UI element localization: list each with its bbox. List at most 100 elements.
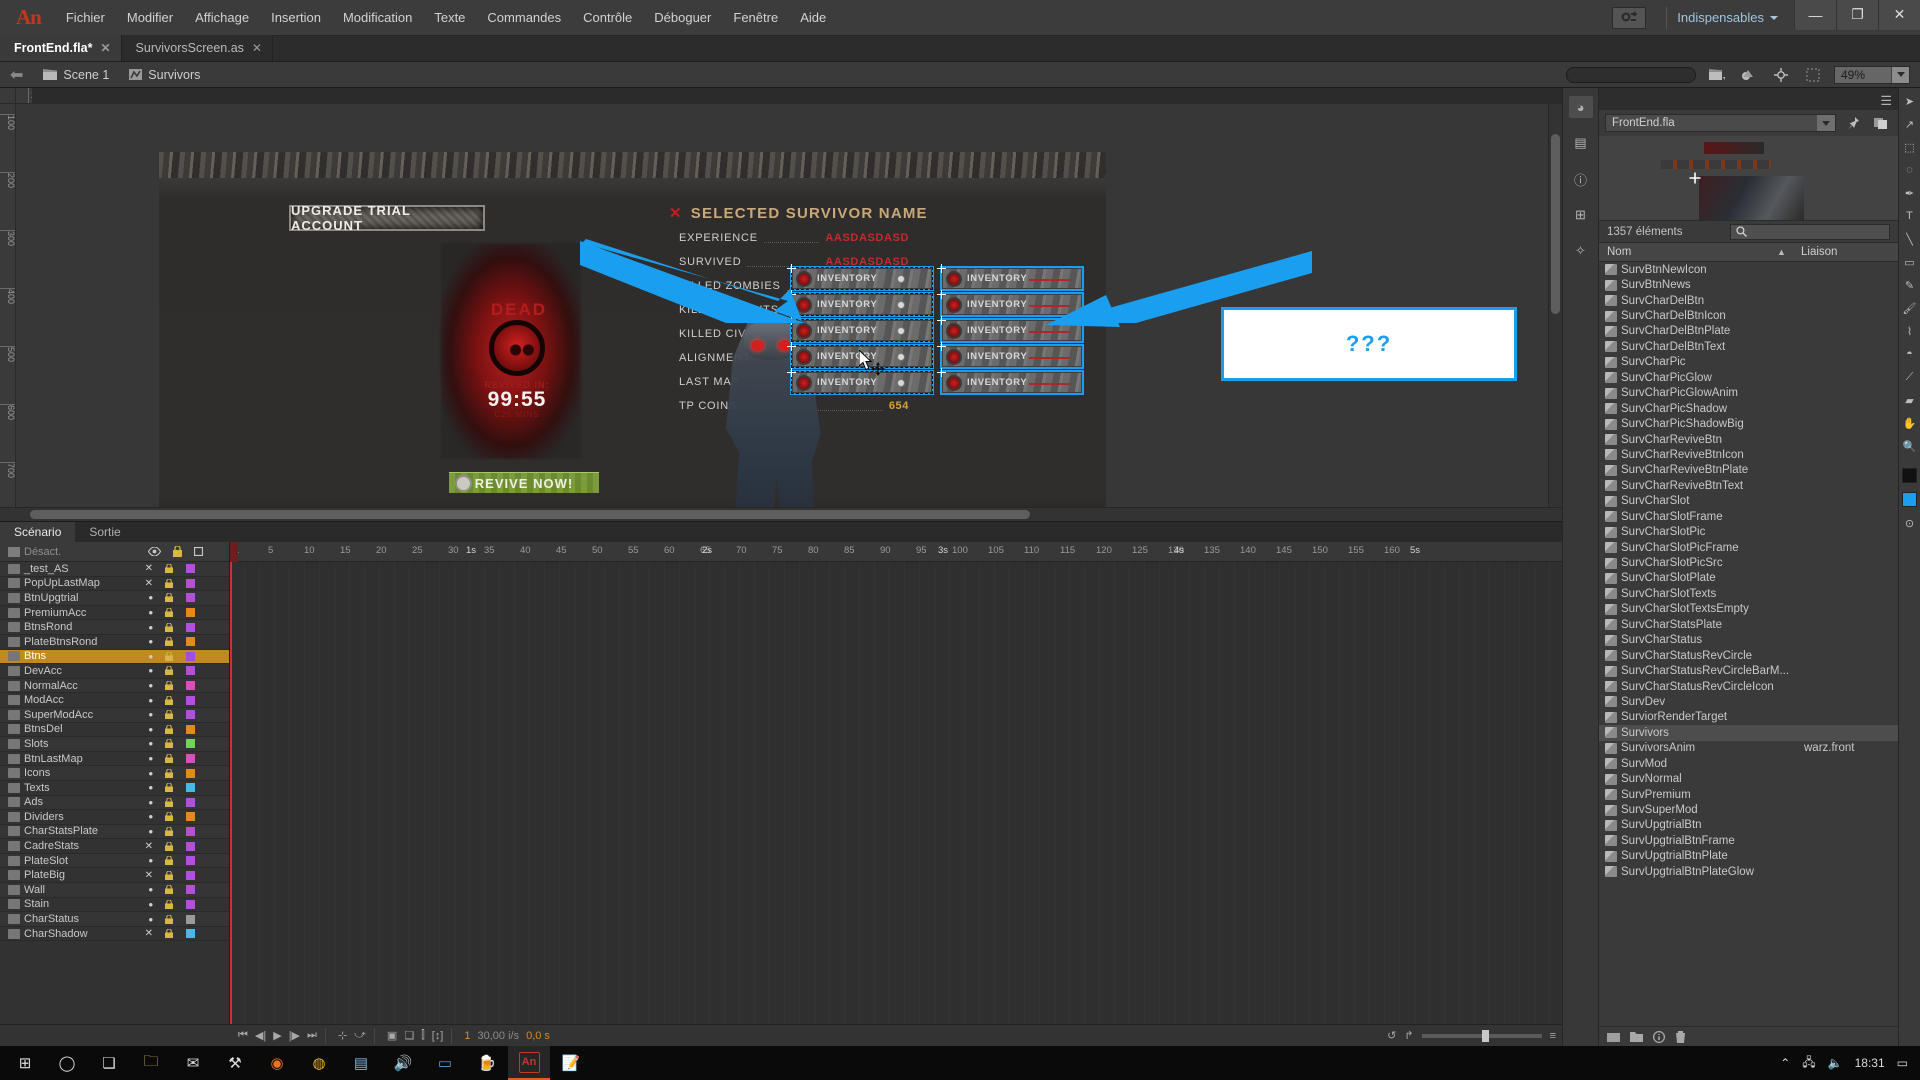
subselection-tool-icon[interactable]: ↗ (1902, 117, 1918, 131)
frame-number[interactable]: 100 (952, 545, 968, 556)
layer-lock-icon[interactable] (165, 710, 173, 720)
symbol-selector-icon[interactable] (1738, 66, 1760, 84)
layer-row[interactable]: ModAcc • (0, 693, 229, 708)
timeline-tab[interactable]: Sortie (75, 522, 134, 542)
column-linkage[interactable]: Liaison (1801, 246, 1837, 258)
loop-button[interactable]: ⤻ (354, 1029, 366, 1042)
upgrade-trial-account-button[interactable]: UPGRADE TRIAL ACCOUNT (289, 203, 485, 233)
layer-visible-icon[interactable]: • (148, 634, 153, 649)
arrow-icon[interactable]: ↱ (1404, 1029, 1413, 1042)
delete-icon[interactable] (1675, 1030, 1686, 1043)
firefox-icon[interactable]: ◉ (256, 1046, 298, 1080)
paint-bucket-tool-icon[interactable]: ◓ (1902, 347, 1918, 361)
fit-stage-icon[interactable] (1802, 66, 1824, 84)
library-item[interactable]: SurvCharSlotPicSrc (1599, 555, 1898, 570)
library-item[interactable]: SurvCharSlotPic (1599, 524, 1898, 539)
menu-item-texte[interactable]: Texte (423, 0, 476, 36)
layer-visible-icon[interactable]: • (148, 780, 153, 795)
layer-row[interactable]: Btns • (0, 649, 229, 665)
layer-visible-icon[interactable]: • (148, 590, 153, 605)
close-icon[interactable]: ✕ (252, 35, 262, 61)
layer-row[interactable]: PopUpLastMap ✕ (0, 577, 229, 592)
layer-hidden-icon[interactable]: ✕ (145, 563, 153, 574)
library-item[interactable]: SurvUpgtrialBtnPlateGlow (1599, 864, 1898, 879)
line-tool-icon[interactable]: ╲ (1902, 232, 1918, 246)
frame-number[interactable]: 120 (1096, 545, 1112, 556)
snap-option-icon[interactable]: ⊙ (1902, 516, 1918, 530)
layer-row[interactable]: NormalAcc • (0, 678, 229, 694)
document-tab[interactable]: SurvivorsScreen.as ✕ (121, 35, 273, 61)
library-item[interactable]: SurvCharSlotFrame (1599, 509, 1898, 524)
back-arrow-icon[interactable]: ⬅ (0, 65, 33, 85)
layer-row[interactable]: DevAcc • (0, 663, 229, 679)
layer-color-swatch[interactable] (186, 651, 195, 661)
info-icon[interactable]: ⓘ (1569, 168, 1593, 190)
layer-lock-icon[interactable] (165, 929, 173, 939)
stage-canvas[interactable]: UPGRADE TRIAL ACCOUNT DEAD REVIVED IN: 9… (16, 104, 1548, 507)
library-item[interactable]: SurvCharStatsPlate (1599, 617, 1898, 632)
transform-anchor[interactable] (937, 342, 946, 351)
minimize-button[interactable]: — (1794, 0, 1836, 30)
edit-multiple-frames-button[interactable]: ⫿ (421, 1029, 425, 1042)
layer-lock-icon[interactable] (165, 885, 173, 895)
chevron-down-icon[interactable] (1770, 15, 1778, 20)
frame-number[interactable]: 135 (1204, 545, 1220, 556)
network-icon[interactable]: 🖧 (1802, 1053, 1815, 1074)
playhead-head[interactable] (230, 542, 238, 562)
frame-number[interactable]: 45 (556, 545, 567, 556)
frame-number[interactable]: 20 (376, 545, 387, 556)
menu-item-modifier[interactable]: Modifier (116, 0, 184, 36)
layer-visible-icon[interactable]: • (148, 722, 153, 737)
frame-number[interactable]: 25 (412, 545, 423, 556)
library-item[interactable]: SurvBtnNewIcon (1599, 262, 1898, 277)
layer-lock-icon[interactable] (165, 651, 173, 661)
layer-lock-icon[interactable] (165, 914, 173, 924)
layer-color-swatch[interactable] (186, 666, 195, 676)
frame-number[interactable]: 115 (1060, 545, 1075, 556)
frame-number[interactable]: 125 (1132, 545, 1148, 556)
layer-visible-icon[interactable]: • (148, 736, 153, 751)
library-item[interactable]: SurvCharReviveBtnIcon (1599, 447, 1898, 462)
layer-row[interactable]: CharStatus • (0, 912, 229, 927)
color-wheel-icon[interactable]: ◕ (1568, 96, 1593, 118)
text-tool-icon[interactable]: T (1902, 209, 1918, 223)
library-item[interactable]: Survivors (1599, 725, 1898, 741)
layer-row[interactable]: PremiumAcc • (0, 605, 229, 621)
vertical-ruler[interactable]: 100200300400500600700800900 (0, 104, 16, 507)
layer-row[interactable]: BtnsRond • (0, 620, 229, 635)
layer-hidden-icon[interactable]: ✕ (145, 841, 153, 852)
next-frame-button[interactable]: |▶ (289, 1029, 300, 1042)
layer-row[interactable]: Wall • (0, 882, 229, 898)
stage-horizontal-scrollbar[interactable] (0, 507, 1562, 521)
timeline-tab[interactable]: Scénario (0, 522, 76, 542)
transform-anchor[interactable] (937, 290, 946, 299)
tool-icon[interactable]: ⚒ (214, 1046, 256, 1080)
layer-color-swatch[interactable] (186, 754, 195, 764)
layer-color-swatch[interactable] (186, 593, 195, 603)
library-item[interactable]: SurviorRenderTarget (1599, 710, 1898, 725)
library-item-list[interactable]: SurvBtnNewIcon SurvBtnNews SurvCharDelBtn S… (1599, 262, 1898, 1026)
layer-color-swatch[interactable] (186, 929, 195, 939)
layer-visible-icon[interactable]: • (148, 751, 153, 766)
layer-color-swatch[interactable] (186, 899, 195, 909)
properties-icon[interactable] (1653, 1030, 1665, 1043)
play-button[interactable]: ▶ (273, 1029, 281, 1042)
frame-number[interactable]: 30 (448, 545, 459, 556)
library-item[interactable]: SurvDev (1599, 694, 1898, 709)
onion-skin-controls[interactable]: ▣ ❏ ⫿ [↕] (379, 1027, 453, 1044)
transform-anchor[interactable] (937, 316, 946, 325)
animate-icon[interactable]: An (508, 1046, 550, 1080)
eraser-tool-icon[interactable]: ▰ (1902, 393, 1918, 407)
layer-visible-icon[interactable]: • (148, 809, 153, 824)
library-item[interactable]: SurvCharReviveBtnPlate (1599, 463, 1898, 478)
column-name[interactable]: Nom (1599, 246, 1631, 258)
library-item[interactable]: SurvBtnNews (1599, 277, 1898, 292)
layer-lock-icon[interactable] (165, 870, 173, 880)
layer-color-swatch[interactable] (186, 841, 195, 851)
hand-tool-icon[interactable]: ✋ (1902, 416, 1918, 430)
start-icon[interactable]: ⊞ (4, 1046, 46, 1080)
layer-color-swatch[interactable] (186, 797, 195, 807)
frame-grid[interactable] (230, 562, 1562, 1024)
layer-lock-icon[interactable] (165, 564, 173, 574)
frame-number[interactable]: 90 (880, 545, 891, 556)
